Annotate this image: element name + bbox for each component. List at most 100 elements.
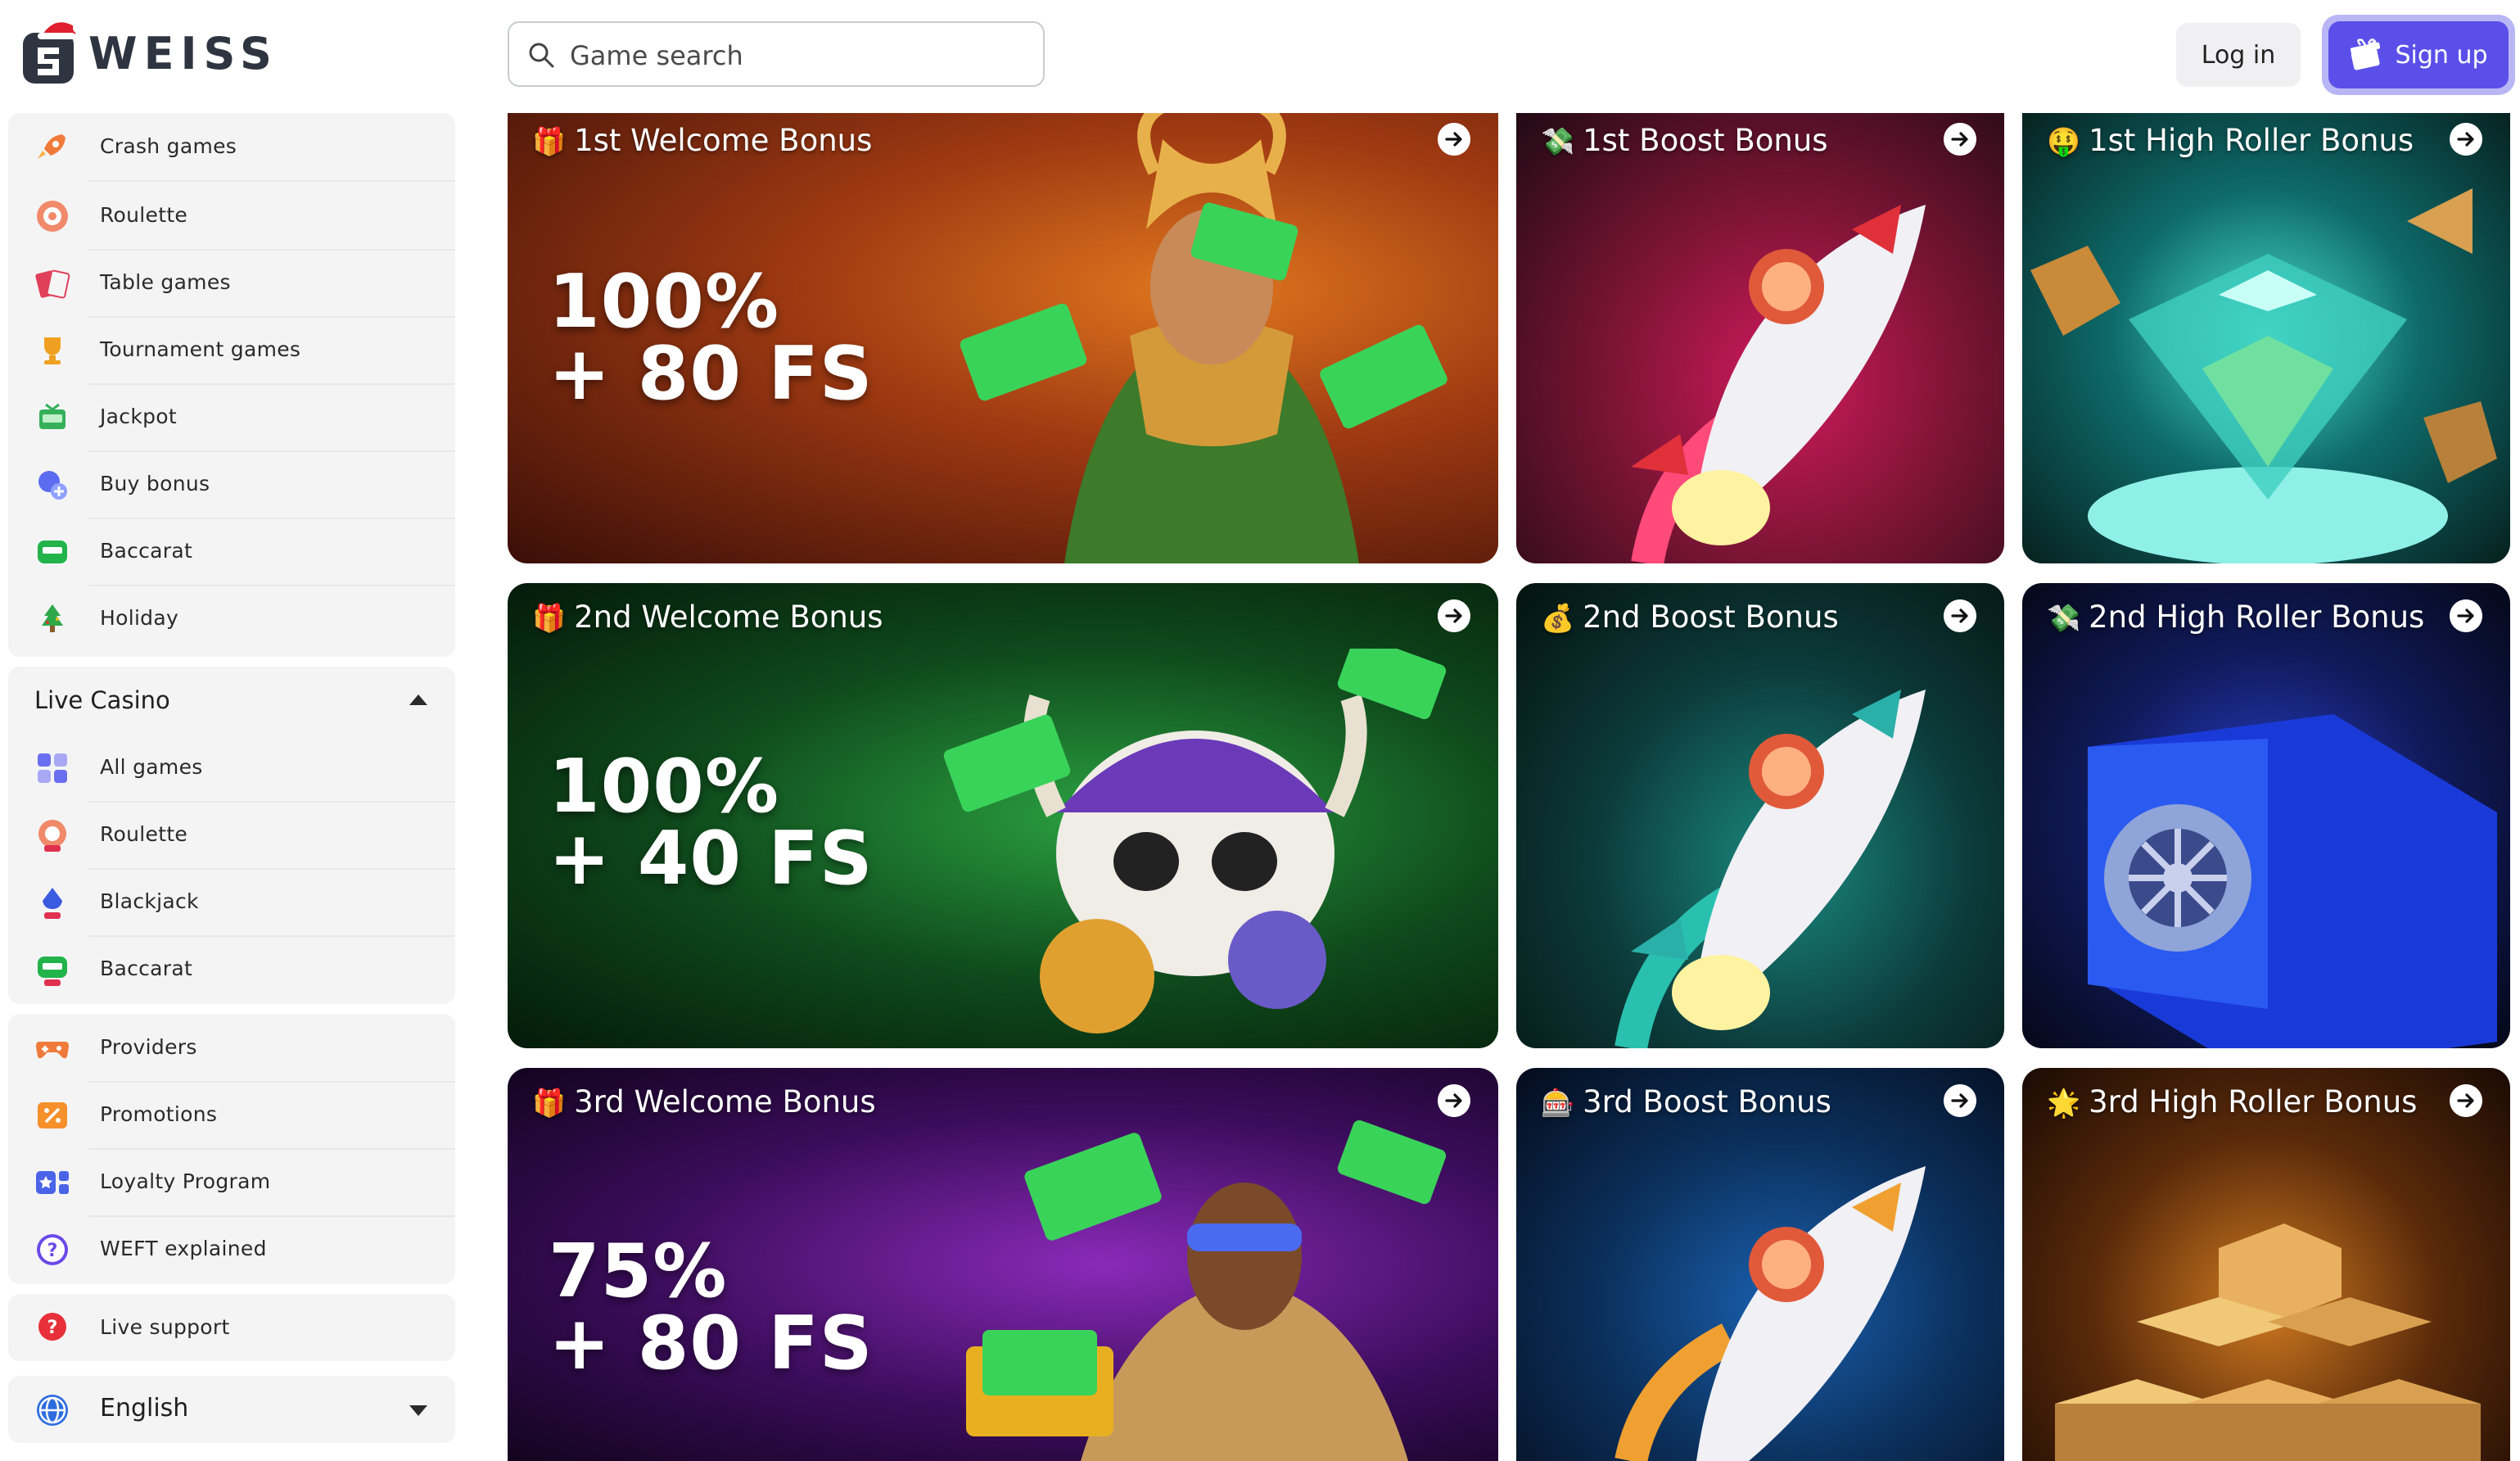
live-baccarat-icon (38, 957, 67, 986)
diamond-illustration (2030, 188, 2497, 563)
language-label: English (100, 1394, 189, 1423)
search-input[interactable] (568, 33, 1030, 79)
bonus-offer-line2: + 80 FS (549, 331, 874, 417)
arrow-right-icon[interactable] (1438, 123, 1470, 156)
sidebar-item-crash-games[interactable]: Crash games (8, 113, 455, 180)
skull-viking-illustration (943, 649, 1447, 1034)
sidebar-item-live-blackjack[interactable]: Blackjack (8, 868, 455, 935)
cards-icon (35, 269, 70, 299)
bonus-offer-line1: 75% (549, 1228, 728, 1314)
live-grid-icon (38, 753, 67, 783)
safe-illustration (2088, 714, 2497, 1048)
live-casino-toggle[interactable]: Live Casino (8, 667, 455, 734)
sidebar-item-live-all-games[interactable]: All games (8, 734, 455, 801)
arrow-right-icon[interactable] (1944, 1084, 1976, 1117)
arrow-right-icon[interactable] (1438, 599, 1470, 632)
arrow-right-icon[interactable] (2450, 123, 2482, 156)
card-title: 🌟 3rd High Roller Bonus (2047, 1084, 2418, 1119)
rocket-icon (38, 134, 65, 159)
login-button[interactable]: Log in (2176, 23, 2301, 87)
card-title: 🎰 3rd Boost Bonus (1541, 1084, 1831, 1119)
bonus-card-1st-boost[interactable]: 💸 1st Boost Bonus (1516, 106, 2004, 563)
signup-label: Sign up (2395, 40, 2488, 70)
live-casino-group: Live Casino All games Roulette Blackjack… (8, 667, 455, 1004)
hero-illustration (960, 106, 1447, 563)
chevron-up-icon (409, 694, 427, 705)
top-header: WEISS Log in Sign up (0, 0, 2520, 113)
language-selector[interactable]: English (8, 1376, 455, 1443)
roulette-icon (37, 201, 68, 232)
bonus-card-2nd-welcome[interactable]: 🎁 2nd Welcome Bonus 100% + 40 FS (508, 583, 1498, 1048)
sidebar-item-live-support[interactable]: ? Live support (8, 1294, 455, 1361)
holiday-tree-icon (42, 604, 63, 632)
live-roulette-icon (38, 820, 66, 852)
gold-bars-illustration (2055, 1224, 2481, 1461)
rocket-illustration (1631, 205, 1926, 563)
game-search[interactable] (508, 21, 1045, 87)
bonus-offer-line2: + 40 FS (549, 816, 874, 902)
bonus-offer-line2: + 80 FS (549, 1300, 874, 1386)
sidebar-item-loyalty-program[interactable]: Loyalty Program (8, 1148, 455, 1215)
card-title: 💸 1st Boost Bonus (1541, 123, 1828, 158)
sidebar-item-buy-bonus[interactable]: Buy bonus (8, 450, 455, 518)
loyalty-icon (36, 1171, 69, 1194)
chevron-down-icon (409, 1405, 427, 1416)
logo-mark-icon (23, 22, 84, 84)
arrow-right-icon[interactable] (2450, 599, 2482, 632)
jackpot-icon (39, 403, 65, 429)
gift-icon (2351, 38, 2381, 70)
card-title: 💸 2nd High Roller Bonus (2047, 599, 2425, 635)
sidebar-item-roulette[interactable]: Roulette (8, 182, 455, 249)
card-title: 🎁 3rd Welcome Bonus (532, 1084, 876, 1119)
search-icon (529, 43, 554, 68)
sidebar-item-holiday[interactable]: Holiday (8, 585, 455, 652)
casino-category-group: Crash games Roulette Table games Tournam… (8, 113, 455, 657)
sidebar: Crash games Roulette Table games Tournam… (0, 113, 458, 1448)
svg-text:?: ? (47, 1318, 58, 1338)
buy-bonus-icon (38, 471, 67, 500)
question-icon: ? (37, 1234, 68, 1265)
arrow-right-icon[interactable] (1944, 599, 1976, 632)
bonus-card-2nd-boost[interactable]: 💰 2nd Boost Bonus (1516, 583, 2004, 1048)
baccarat-icon (38, 541, 67, 563)
bonus-offer-line1: 100% (549, 744, 780, 830)
brand-logo[interactable]: WEISS (18, 11, 280, 85)
rocket-illustration (1615, 1166, 1926, 1461)
signup-button[interactable]: Sign up (2322, 15, 2515, 95)
info-group: Providers Promotions Loyalty Program ? W… (8, 1014, 455, 1284)
sidebar-item-table-games[interactable]: Table games (8, 249, 455, 316)
bonus-card-2nd-high-roller[interactable]: 💸 2nd High Roller Bonus (2022, 583, 2510, 1048)
arrow-right-icon[interactable] (1944, 123, 1976, 156)
sidebar-item-live-baccarat[interactable]: Baccarat (8, 935, 455, 1002)
card-title: 🎁 1st Welcome Bonus (532, 123, 873, 158)
live-support-group: ? Live support (8, 1294, 455, 1361)
sidebar-item-baccarat[interactable]: Baccarat (8, 518, 455, 585)
brand-name: WEISS (88, 28, 278, 79)
live-blackjack-icon (43, 888, 62, 919)
sidebar-item-tournament-games[interactable]: Tournament games (8, 316, 455, 383)
sidebar-item-weft-explained[interactable]: ? WEFT explained (8, 1215, 455, 1282)
rocket-illustration (1615, 690, 1926, 1048)
bonus-card-3rd-boost[interactable]: 🎰 3rd Boost Bonus (1516, 1068, 2004, 1461)
bonus-offer-line1: 100% (549, 259, 780, 345)
sidebar-item-jackpot[interactable]: Jackpot (8, 383, 455, 450)
rapper-illustration (966, 1119, 1447, 1461)
trophy-icon (44, 337, 61, 364)
bonus-card-3rd-welcome[interactable]: 🎁 3rd Welcome Bonus 75% + 80 FS (508, 1068, 1498, 1461)
support-icon: ? (38, 1313, 66, 1341)
card-title: 🤑 1st High Roller Bonus (2047, 123, 2414, 158)
globe-icon (37, 1395, 68, 1426)
sidebar-item-live-roulette[interactable]: Roulette (8, 801, 455, 868)
bonus-card-1st-welcome[interactable]: 🎁 1st Welcome Bonus 100% + 80 FS (508, 106, 1498, 563)
svg-text:?: ? (47, 1241, 58, 1261)
arrow-right-icon[interactable] (1438, 1084, 1470, 1117)
percent-icon (38, 1102, 67, 1129)
sidebar-item-providers[interactable]: Providers (8, 1014, 455, 1081)
card-title: 💰 2nd Boost Bonus (1541, 599, 1839, 635)
bonus-card-3rd-high-roller[interactable]: 🌟 3rd High Roller Bonus (2022, 1068, 2510, 1461)
card-title: 🎁 2nd Welcome Bonus (532, 599, 883, 635)
gamepad-icon (36, 1042, 69, 1059)
bonus-card-1st-high-roller[interactable]: 🤑 1st High Roller Bonus (2022, 106, 2510, 563)
sidebar-item-promotions[interactable]: Promotions (8, 1081, 455, 1148)
arrow-right-icon[interactable] (2450, 1084, 2482, 1117)
